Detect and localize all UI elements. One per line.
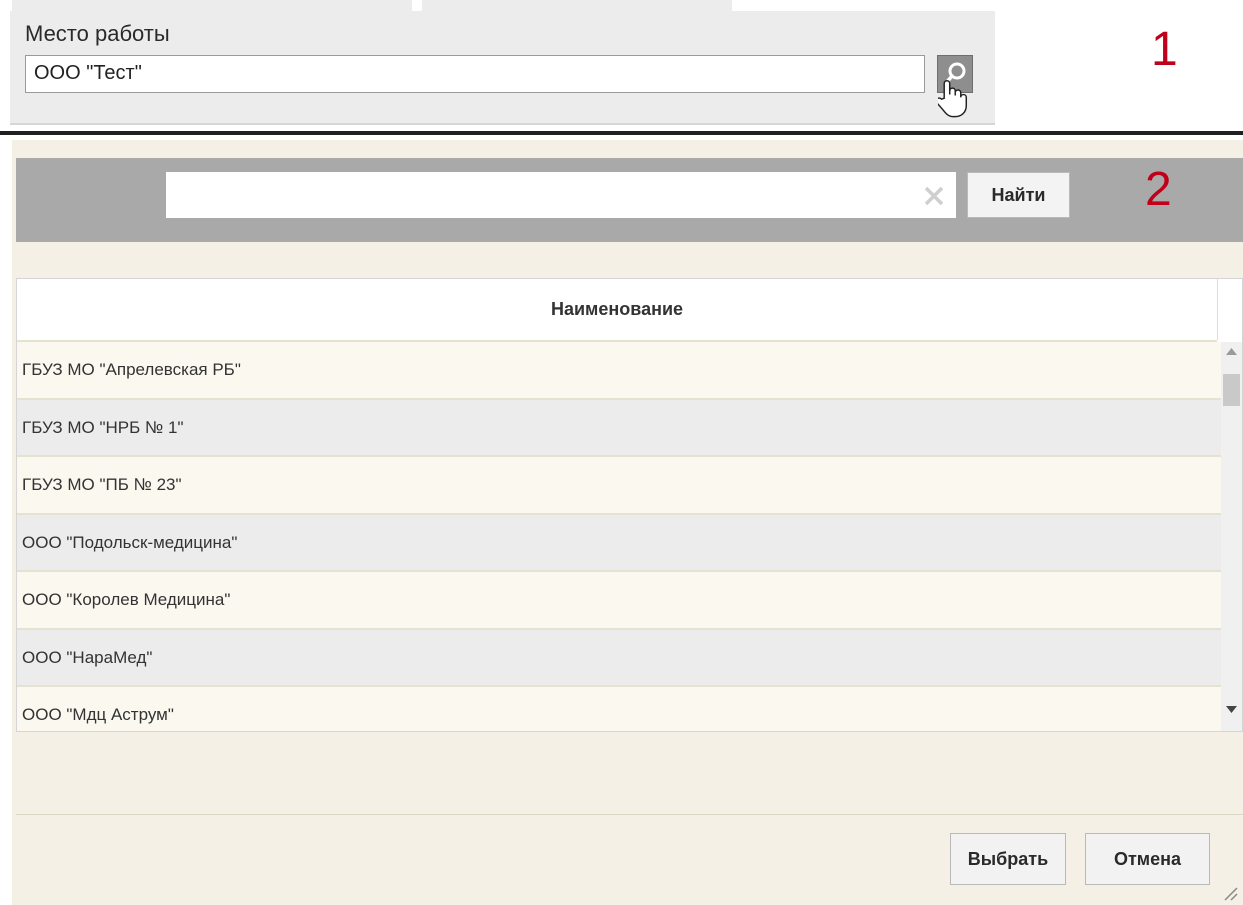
table-row[interactable]: ООО "Королев Медицина" <box>17 572 1221 630</box>
lookup-dialog: Найти 2 Наименование ГБУЗ МО "Апрелевска… <box>12 140 1243 905</box>
step-marker-1: 1 <box>1151 23 1178 76</box>
table-row[interactable]: ООО "Мдц Аструм" <box>17 687 1221 731</box>
search-input[interactable] <box>166 172 956 218</box>
table-row[interactable]: ГБУЗ МО "ПБ № 23" <box>17 457 1221 515</box>
grid-rows: ГБУЗ МО "Апрелевская РБ" ГБУЗ МО "НРБ № … <box>17 342 1221 731</box>
resize-grip-icon[interactable] <box>1222 885 1238 901</box>
workplace-label: Место работы <box>25 21 170 46</box>
footer-divider <box>16 814 1243 815</box>
header-corner <box>1217 279 1243 340</box>
vertical-scrollbar[interactable] <box>1221 342 1242 731</box>
table-row[interactable]: ООО "Подольск-медицина" <box>17 514 1221 572</box>
tab-strip <box>12 0 732 12</box>
close-icon[interactable] <box>923 185 945 207</box>
search-bar: Найти <box>16 158 1243 242</box>
scroll-down-arrow-icon[interactable] <box>1226 706 1237 713</box>
table-row[interactable]: ООО "НараМед" <box>17 629 1221 687</box>
find-button[interactable]: Найти <box>967 172 1070 218</box>
column-header-name[interactable]: Наименование <box>17 279 1217 342</box>
workplace-panel: Место работы ООО "Тест" <box>10 11 995 125</box>
select-button[interactable]: Выбрать <box>950 833 1066 885</box>
step-marker-2: 2 <box>1145 163 1172 216</box>
section-divider <box>0 131 1243 135</box>
table-row[interactable]: ГБУЗ МО "НРБ № 1" <box>17 399 1221 457</box>
results-grid: Наименование ГБУЗ МО "Апрелевская РБ" ГБ… <box>16 278 1243 732</box>
cancel-button[interactable]: Отмена <box>1085 833 1210 885</box>
hand-cursor-icon <box>938 80 968 118</box>
workplace-input[interactable]: ООО "Тест" <box>25 55 925 93</box>
table-row[interactable]: ГБУЗ МО "Апрелевская РБ" <box>17 342 1221 400</box>
scroll-up-arrow-icon[interactable] <box>1226 348 1237 355</box>
scroll-thumb[interactable] <box>1223 374 1240 406</box>
